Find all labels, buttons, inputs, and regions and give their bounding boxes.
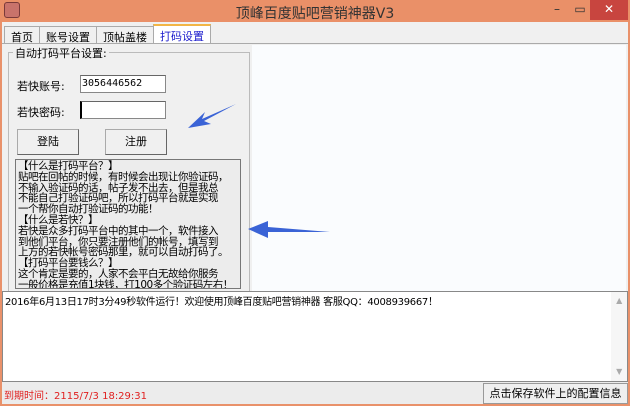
arrow-icon — [248, 221, 330, 238]
arrow-icon — [188, 104, 236, 128]
annotation-arrows — [188, 104, 330, 238]
